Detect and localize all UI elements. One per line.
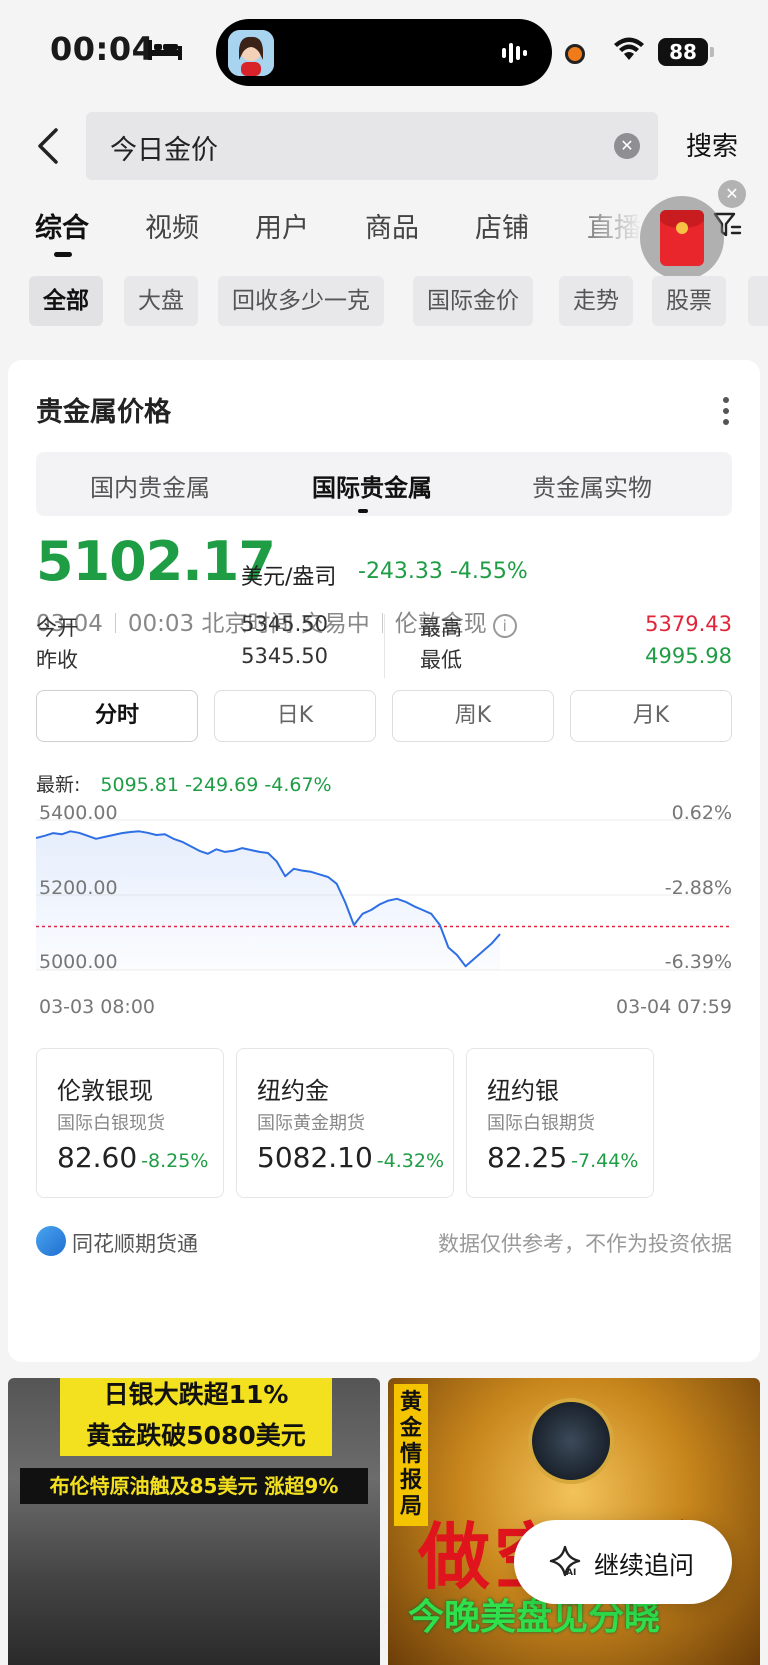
related-sub: 国际白银现货 (57, 1113, 165, 1134)
search-button[interactable]: 搜索 (686, 126, 738, 163)
follow-up-button[interactable]: AI 继续追问 (514, 1520, 732, 1604)
price-chart[interactable] (36, 800, 732, 990)
related-card-ny-gold[interactable]: 纽约金 国际黄金期货 5082.10 -4.32% (236, 1048, 454, 1198)
related-change: -7.44% (571, 1150, 639, 1172)
clear-icon[interactable]: ✕ (614, 133, 640, 159)
y-tick-left-2: 5000.00 (39, 951, 118, 973)
related-card-london-silver[interactable]: 伦敦银现 国际白银现货 82.60 -8.25% (36, 1048, 224, 1198)
dynamic-island[interactable] (216, 19, 552, 86)
thumb-headline-3: 布伦特原油触及85美元 涨超9% (20, 1468, 368, 1504)
back-arrow-icon[interactable] (32, 124, 64, 168)
x-label-end: 03-04 07:59 (615, 996, 732, 1018)
eagle-emblem-icon (528, 1398, 614, 1484)
tab-overall[interactable]: 综合 (35, 206, 89, 245)
card-title: 贵金属价格 (36, 397, 171, 428)
seg-underline (358, 509, 368, 513)
kline-day-button[interactable]: 日K (214, 690, 376, 742)
disclaimer: 数据仅供参考，不作为投资依据 (438, 1232, 732, 1256)
kline-month-button[interactable]: 月K (570, 690, 732, 742)
stats-divider (384, 614, 385, 678)
high-value: 5379.43 (645, 612, 732, 636)
follow-up-label: 继续追问 (594, 1551, 695, 1580)
tab-shops[interactable]: 店铺 (475, 206, 529, 245)
related-value: 5082.10 -4.32% (257, 1141, 445, 1174)
bed-icon (148, 40, 182, 60)
metal-segment: 国内贵金属 国际贵金属 贵金属实物 (36, 452, 732, 516)
latest-value: 5095.81 -249.69 -4.67% (100, 774, 332, 796)
related-name: 纽约金 (257, 1077, 329, 1105)
high-label: 最高 (420, 616, 462, 640)
y-tick-right-1: -2.88% (664, 877, 732, 899)
open-label: 今开 (36, 616, 78, 640)
tab-users[interactable]: 用户 (255, 206, 309, 245)
tab-underline (54, 252, 72, 257)
recording-indicator-icon (565, 44, 585, 64)
red-packet-icon (660, 210, 704, 266)
close-icon[interactable]: ✕ (718, 180, 746, 208)
search-row: 今日金价 ✕ 搜索 (0, 104, 768, 188)
x-label-start: 03-03 08:00 (39, 996, 156, 1018)
related-change: -8.25% (141, 1150, 209, 1172)
source-name[interactable]: 同花顺期货通 (72, 1228, 198, 1258)
chip-intl-gold[interactable]: 国际金价 (413, 276, 533, 326)
related-change: -4.32% (376, 1150, 445, 1172)
status-bar: 00:04 88 (0, 0, 768, 104)
related-name: 纽约银 (487, 1077, 559, 1105)
search-query: 今日金价 (110, 135, 218, 166)
latest-row: 最新: 5095.81 -249.69 -4.67% (36, 770, 332, 797)
svg-text:AI: AI (566, 1568, 576, 1578)
seg-international[interactable]: 国际贵金属 (312, 468, 432, 503)
related-sub: 国际白银期货 (487, 1113, 595, 1134)
chip-more[interactable] (748, 276, 768, 326)
y-tick-left-0: 5400.00 (39, 802, 118, 824)
price-unit: 美元/盎司 (241, 565, 337, 590)
search-input[interactable]: 今日金价 ✕ (86, 112, 658, 180)
chip-trend[interactable]: 走势 (559, 276, 633, 326)
filter-chips: 全部 大盘 回收多少一克 国际金价 走势 股票 (0, 276, 768, 328)
avatar (228, 30, 274, 76)
precious-metal-card: 贵金属价格 国内贵金属 国际贵金属 贵金属实物 5102.17 美元/盎司 -2… (8, 360, 760, 1362)
low-value: 4995.98 (645, 644, 732, 668)
related-value: 82.60 -8.25% (57, 1141, 209, 1174)
source-logo-icon (36, 1226, 66, 1256)
more-icon[interactable] (722, 396, 730, 426)
y-tick-right-0: 0.62% (671, 802, 732, 824)
seg-physical[interactable]: 贵金属实物 (532, 468, 652, 503)
chip-all[interactable]: 全部 (29, 276, 103, 326)
related-card-ny-silver[interactable]: 纽约银 国际白银期货 82.25 -7.44% (466, 1048, 654, 1198)
tab-products[interactable]: 商品 (365, 206, 419, 245)
wifi-icon (614, 37, 644, 60)
kline-week-button[interactable]: 周K (392, 690, 554, 742)
seg-domestic[interactable]: 国内贵金属 (90, 468, 210, 503)
chip-stocks[interactable]: 股票 (652, 276, 726, 326)
y-tick-right-2: -6.39% (664, 951, 732, 973)
open-value: 5345.50 (241, 612, 328, 636)
chip-market[interactable]: 大盘 (124, 276, 198, 326)
related-sub: 国际黄金期货 (257, 1113, 365, 1134)
latest-label: 最新: (36, 774, 81, 796)
kline-minute-button[interactable]: 分时 (36, 690, 198, 742)
low-label: 最低 (420, 648, 462, 672)
prev-close-label: 昨收 (36, 648, 78, 672)
thumb-headline-2: 黄金跌破5080美元 (60, 1416, 332, 1456)
ai-sparkle-icon: AI (549, 1545, 581, 1578)
status-time: 00:04 (50, 30, 155, 68)
info-icon[interactable]: i (492, 614, 517, 638)
tab-video[interactable]: 视频 (145, 206, 199, 245)
price-change: -243.33 -4.55% (358, 559, 528, 584)
current-price: 5102.17 (36, 530, 276, 593)
related-name: 伦敦银现 (57, 1077, 153, 1105)
video-thumbnail-1[interactable]: 日银大跌超11% 黄金跌破5080美元 布伦特原油触及85美元 涨超9% (8, 1378, 380, 1665)
prev-close-value: 5345.50 (241, 644, 328, 668)
battery-icon: 88 (658, 38, 714, 66)
related-value: 82.25 -7.44% (487, 1141, 639, 1174)
audio-wave-icon (502, 43, 527, 63)
y-tick-left-1: 5200.00 (39, 877, 118, 899)
chip-recycle[interactable]: 回收多少一克 (218, 276, 384, 326)
red-packet-float[interactable] (640, 196, 724, 280)
thumb-headline-1: 日银大跌超11% (60, 1378, 332, 1416)
